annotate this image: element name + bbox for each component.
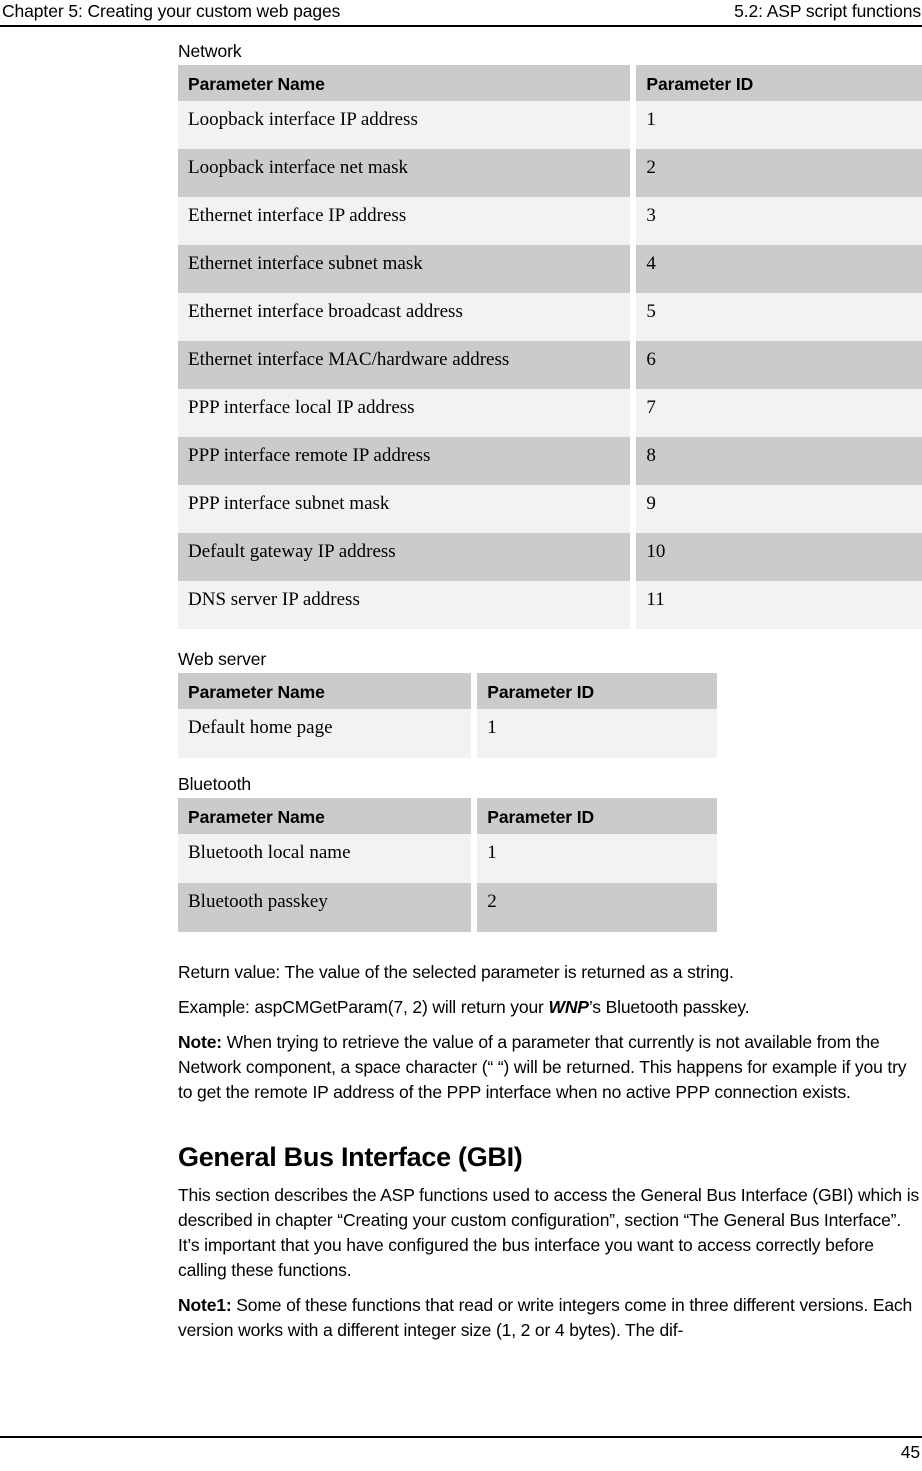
table-header-row: Parameter Name Parameter ID	[178, 798, 717, 834]
cell-parameter-id: 7	[630, 389, 922, 437]
paragraph-note: Note: When trying to retrieve the value …	[178, 1030, 922, 1105]
table-row: Ethernet interface MAC/hardware address 6	[178, 341, 922, 389]
paragraph-note1: Note1: Some of these functions that read…	[178, 1293, 922, 1343]
cell-parameter-name: PPP interface subnet mask	[178, 485, 631, 533]
table-row: Ethernet interface subnet mask 4	[178, 245, 922, 293]
note-label: Note:	[178, 1032, 222, 1052]
cell-parameter-name: Loopback interface IP address	[178, 101, 631, 149]
table-row: PPP interface local IP address 7	[178, 389, 922, 437]
running-head: Chapter 5: Creating your custom web page…	[0, 0, 922, 26]
note1-text: Some of these functions that read or wri…	[178, 1295, 913, 1340]
web-server-table-body: Default home page 1	[178, 709, 717, 758]
cell-parameter-name: DNS server IP address	[178, 581, 631, 629]
cell-parameter-id: 1	[471, 709, 717, 758]
table-row: Ethernet interface IP address 3	[178, 197, 922, 245]
cell-parameter-name: Default home page	[178, 709, 472, 758]
table-caption-bluetooth: Bluetooth	[178, 774, 252, 794]
header-rule	[0, 25, 922, 27]
cell-parameter-name: Loopback interface net mask	[178, 149, 631, 197]
cell-parameter-name: Bluetooth local name	[178, 834, 472, 883]
table-row: DNS server IP address 11	[178, 581, 922, 629]
table-row: PPP interface subnet mask 9	[178, 485, 922, 533]
column-header-parameter-id: Parameter ID	[630, 65, 922, 101]
table-header-row: Parameter Name Parameter ID	[178, 65, 922, 101]
page-content: Network Parameter Name Parameter ID Loop…	[178, 41, 922, 1353]
cell-parameter-id: 8	[630, 437, 922, 485]
heading-general-bus-interface: General Bus Interface (GBI)	[178, 1142, 523, 1172]
cell-parameter-id: 1	[471, 834, 717, 883]
table-row: Loopback interface net mask 2	[178, 149, 922, 197]
table-row: Loopback interface IP address 1	[178, 101, 922, 149]
cell-parameter-id: 2	[630, 149, 922, 197]
cell-parameter-name: Default gateway IP address	[178, 533, 631, 581]
running-head-section: 5.2: ASP script functions	[734, 1, 921, 21]
column-header-parameter-name: Parameter Name	[178, 65, 631, 101]
cell-parameter-id: 3	[630, 197, 922, 245]
table-row: Default home page 1	[178, 709, 717, 758]
cell-parameter-name: Ethernet interface subnet mask	[178, 245, 631, 293]
parameter-table-network: Parameter Name Parameter ID Loopback int…	[178, 65, 922, 629]
column-header-parameter-name: Parameter Name	[178, 798, 472, 834]
cell-parameter-id: 5	[630, 293, 922, 341]
paragraph-return-value: Return value: The value of the selected …	[178, 962, 734, 982]
network-table-body: Loopback interface IP address 1 Loopback i…	[178, 101, 922, 629]
note-text: When trying to retrieve the value of a p…	[178, 1032, 907, 1102]
column-header-parameter-name: Parameter Name	[178, 673, 472, 709]
bluetooth-table-body: Bluetooth local name 1 Bluetooth passkey 2	[178, 834, 717, 932]
column-header-parameter-id: Parameter ID	[471, 673, 717, 709]
page-number: 45	[900, 1442, 920, 1462]
cell-parameter-id: 9	[630, 485, 922, 533]
cell-parameter-id: 1	[630, 101, 922, 149]
paragraph-gbi-intro: This section describes the ASP functions…	[178, 1185, 920, 1280]
table-row: Default gateway IP address 10	[178, 533, 922, 581]
example-prefix: Example: aspCMGetParam(7, 2) will return…	[178, 997, 549, 1017]
table-row: Bluetooth passkey 2	[178, 883, 717, 932]
cell-parameter-id: 2	[471, 883, 717, 932]
table-row: Ethernet interface broadcast address 5	[178, 293, 922, 341]
table-row: Bluetooth local name 1	[178, 834, 717, 883]
cell-parameter-name: PPP interface remote IP address	[178, 437, 631, 485]
table-caption-network: Network	[178, 41, 242, 61]
note1-label: Note1:	[178, 1295, 232, 1315]
cell-parameter-name: Ethernet interface broadcast address	[178, 293, 631, 341]
table-caption-web-server: Web server	[178, 649, 267, 669]
cell-parameter-id: 10	[630, 533, 922, 581]
parameter-table-web-server: Parameter Name Parameter ID Default home…	[178, 673, 717, 758]
cell-parameter-id: 11	[630, 581, 922, 629]
cell-parameter-name: Ethernet interface IP address	[178, 197, 631, 245]
product-name: WNP	[548, 997, 589, 1017]
cell-parameter-id: 6	[630, 341, 922, 389]
running-head-chapter: Chapter 5: Creating your custom web page…	[2, 1, 341, 21]
table-row: PPP interface remote IP address 8	[178, 437, 922, 485]
example-suffix: ’s Bluetooth passkey.	[588, 997, 750, 1017]
table-header-row: Parameter Name Parameter ID	[178, 673, 717, 709]
cell-parameter-id: 4	[630, 245, 922, 293]
cell-parameter-name: PPP interface local IP address	[178, 389, 631, 437]
cell-parameter-name: Ethernet interface MAC/hardware address	[178, 341, 631, 389]
footer-rule	[0, 1436, 922, 1438]
column-header-parameter-id: Parameter ID	[471, 798, 717, 834]
cell-parameter-name: Bluetooth passkey	[178, 883, 472, 932]
paragraph-example: Example: aspCMGetParam(7, 2) will return…	[178, 995, 922, 1020]
parameter-table-bluetooth: Parameter Name Parameter ID Bluetooth lo…	[178, 798, 717, 932]
